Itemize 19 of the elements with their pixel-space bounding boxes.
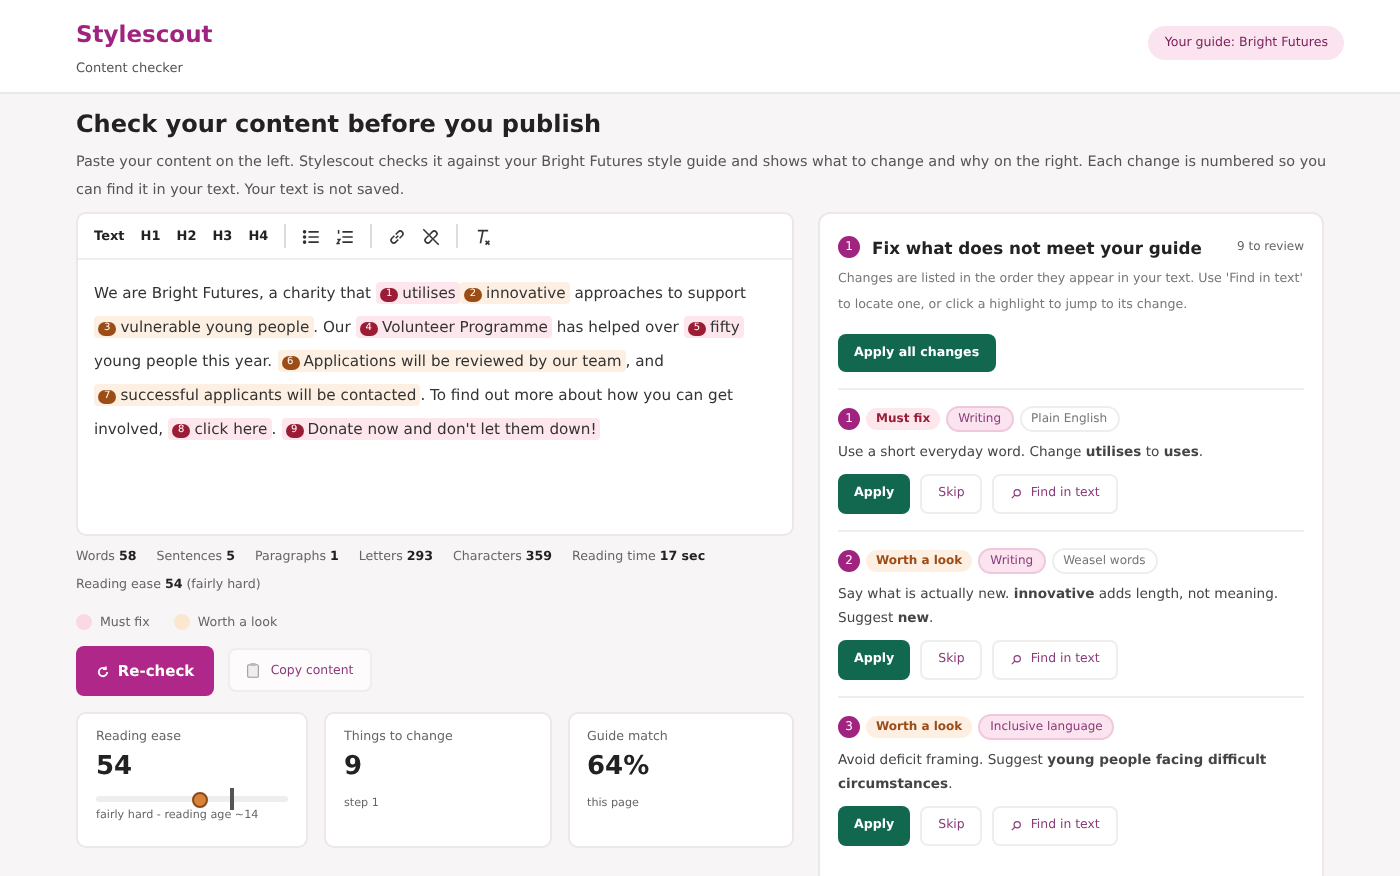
search-icon (1010, 819, 1023, 831)
card-value: 9 (344, 752, 365, 782)
legend-swatch (76, 614, 92, 630)
numbered-list-icon[interactable] (336, 227, 355, 245)
brand-name: Stylescout (76, 20, 213, 48)
search-icon (1010, 487, 1023, 499)
unlink-icon[interactable] (422, 227, 441, 245)
clear-format-icon[interactable] (474, 227, 493, 245)
refresh-icon (95, 663, 110, 679)
legend-swatch (173, 614, 190, 630)
editor[interactable] (76, 212, 794, 536)
clipboard-icon (246, 662, 261, 678)
panel-title: Fix what does not meet your guide (872, 237, 1202, 257)
bullet-list-icon[interactable] (302, 227, 321, 245)
search-icon (1010, 653, 1023, 665)
card-value: 54 (96, 752, 135, 782)
page-title: Check your content before you publish (76, 110, 604, 138)
link-icon[interactable] (388, 227, 407, 245)
card-value: 64% (587, 752, 652, 782)
